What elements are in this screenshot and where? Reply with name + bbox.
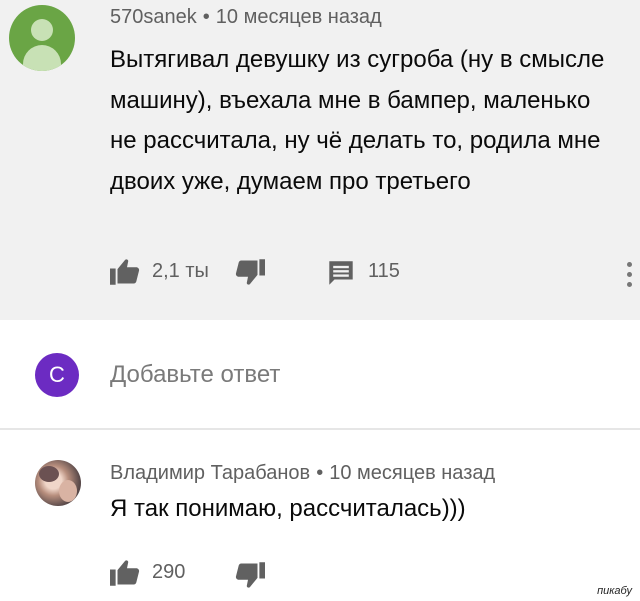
avatar-photo-detail (59, 480, 77, 502)
avatar[interactable] (9, 5, 75, 71)
comment-actions: 290 (110, 558, 630, 588)
comment-author[interactable]: Владимир Тарабанов (110, 462, 310, 484)
comment-1: 570sanek • 10 месяцев назад Вытягивал деву… (0, 0, 640, 320)
reply-input[interactable]: Добавьте ответ (110, 361, 280, 389)
avatar[interactable] (35, 460, 81, 506)
comment-meta: 570sanek • 10 месяцев назад (110, 6, 382, 29)
comment-text: Я так понимаю, рассчиталась))) (110, 495, 466, 522)
comment-icon[interactable] (328, 260, 354, 286)
like-count: 290 (152, 561, 186, 583)
comment-time: 10 месяцев назад (329, 462, 496, 484)
meta-separator: • (316, 462, 324, 484)
comment-text: Вытягивал девушку из сугроба (ну в смысл… (110, 46, 605, 195)
comment-author[interactable]: 570sanek (110, 6, 197, 28)
more-vert-icon[interactable] (626, 262, 632, 292)
comment-time: 10 месяцев назад (215, 6, 382, 28)
watermark: пикабу (597, 585, 632, 597)
thumbs-down-icon[interactable] (235, 259, 265, 287)
thumbs-up-icon[interactable] (110, 558, 140, 586)
avatar-body-shape (23, 45, 61, 71)
user-avatar[interactable]: С (35, 353, 79, 397)
comment-actions: 2,1 ты 115 (110, 255, 630, 285)
thumbs-up-icon[interactable] (110, 257, 140, 285)
avatar-head-shape (31, 19, 53, 41)
add-reply-row[interactable]: С Добавьте ответ (0, 320, 640, 428)
avatar-photo-detail (39, 466, 59, 482)
comment-2: Владимир Тарабанов • 10 месяцев назад Я та… (0, 430, 640, 601)
comment-meta: Владимир Тарабанов • 10 месяцев назад (110, 462, 495, 485)
like-count: 2,1 ты (152, 260, 209, 282)
meta-separator: • (202, 6, 210, 28)
reply-count[interactable]: 115 (368, 260, 400, 283)
thumbs-down-icon[interactable] (235, 562, 265, 590)
